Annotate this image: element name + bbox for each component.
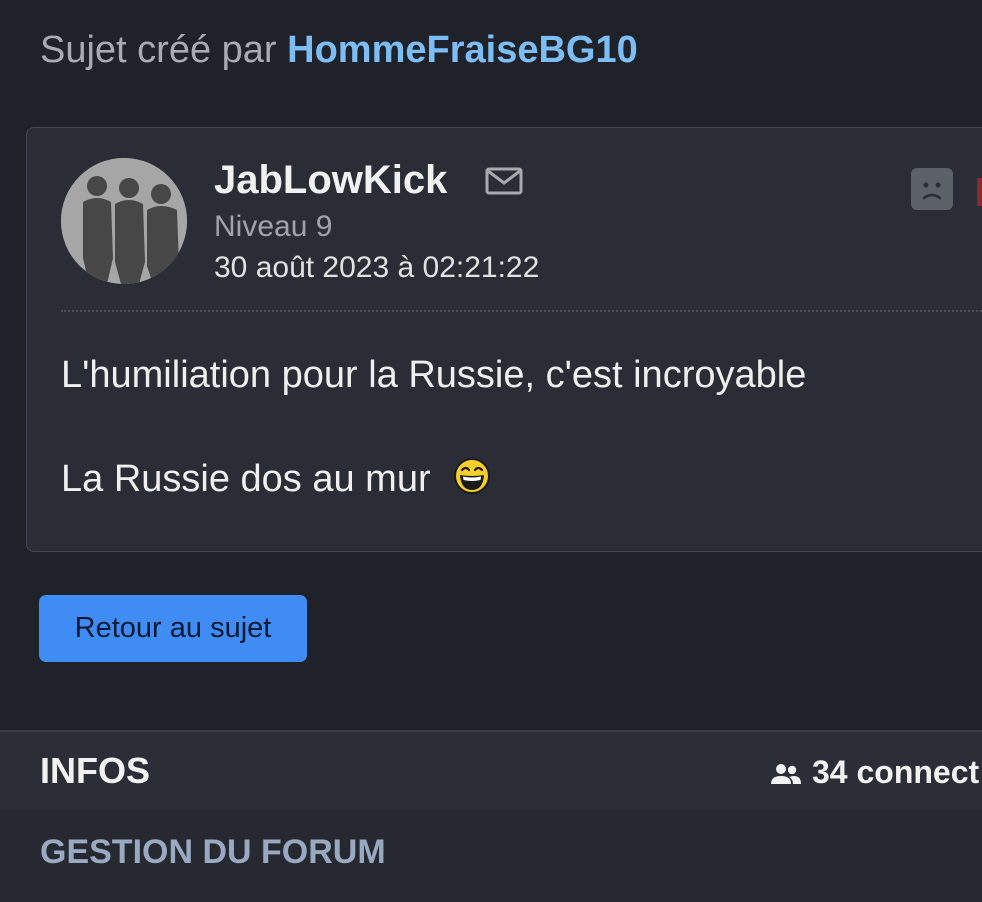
post-divider [61, 310, 982, 312]
laughing-smiley-emoji [454, 458, 491, 494]
report-button-edge[interactable] [977, 178, 982, 206]
back-to-topic-button[interactable]: Retour au sujet [39, 595, 307, 662]
connected-count[interactable]: 34 connect [770, 752, 979, 792]
post-card: JabLowKick Niveau 9 30 août 2023 à 02:21… [26, 127, 982, 552]
connected-count-text: 34 connect [812, 754, 980, 790]
people-icon [771, 764, 801, 784]
sad-smiley-icon[interactable] [911, 168, 953, 210]
post-message-line-2: La Russie dos au mur [61, 455, 491, 503]
avatar[interactable] [61, 158, 187, 284]
post-username[interactable]: JabLowKick [214, 156, 447, 204]
gestion-title: GESTION DU FORUM [40, 833, 386, 871]
gestion-section: GESTION DU FORUM [0, 810, 982, 902]
post-message-line-1: L'humiliation pour la Russie, c'est incr… [61, 354, 807, 396]
topic-header: Sujet créé par HommeFraiseBG10 [40, 26, 638, 74]
infos-header: INFOS 34 connect [0, 732, 982, 810]
avatar-image [61, 158, 187, 284]
post-date[interactable]: 30 août 2023 à 02:21:22 [214, 248, 539, 288]
post-level: Niveau 9 [214, 210, 333, 243]
infos-title: INFOS [40, 750, 151, 791]
mail-icon[interactable] [485, 166, 523, 196]
topic-header-prefix: Sujet créé par [40, 29, 277, 71]
topic-author-link[interactable]: HommeFraiseBG10 [287, 29, 638, 71]
footer-section: INFOS 34 connect GESTION DU FORUM [0, 730, 982, 902]
post-message-line-2-text: La Russie dos au mur [61, 458, 431, 500]
